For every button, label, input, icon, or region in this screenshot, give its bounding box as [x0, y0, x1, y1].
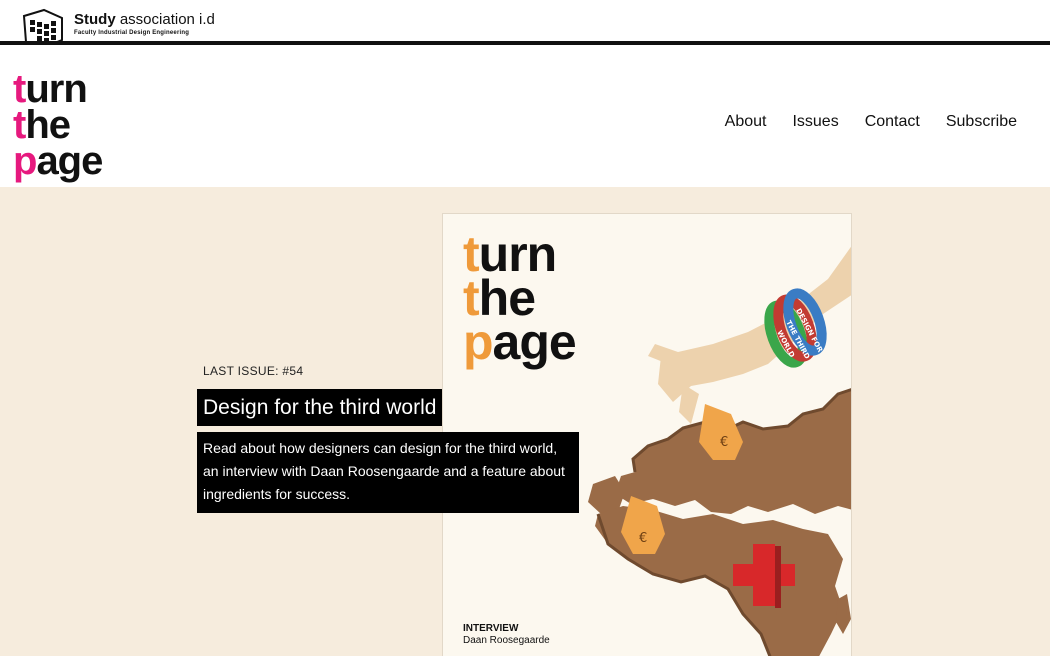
brand-line-1: turn: [13, 69, 102, 109]
nav-subscribe-link[interactable]: Subscribe: [946, 113, 1017, 131]
hero-section: € € DESIGN FOR THE THIRD WORLD turn the …: [0, 187, 1050, 656]
nav-about-link[interactable]: About: [725, 113, 767, 131]
last-issue-label: LAST ISSUE: #54: [203, 364, 304, 378]
association-bar: Study association i.d Faculty Industrial…: [0, 0, 1050, 50]
svg-text:€: €: [720, 435, 728, 450]
cover-title-line-3: page: [463, 317, 577, 367]
association-subtitle: Faculty Industrial Design Engineering: [74, 30, 190, 36]
svg-text:€: €: [639, 531, 647, 546]
issue-title[interactable]: Design for the third world: [197, 389, 443, 426]
cover-interviewee-name: Daan Roosegaarde: [463, 635, 550, 646]
brand-line-3: page: [13, 141, 103, 181]
brand-line-2: the: [13, 105, 102, 145]
cover-title: turn the page: [463, 229, 577, 367]
site-header: turn the page About Issues Contact Subsc…: [0, 45, 1050, 187]
association-name-rest: association i.d: [119, 11, 215, 28]
association-name-bold: Study: [74, 11, 116, 28]
issue-description: Read about how designers can design for …: [197, 432, 579, 513]
cover-kicker: INTERVIEW: [463, 623, 519, 634]
nav-contact-link[interactable]: Contact: [865, 113, 920, 131]
nav-issues-link[interactable]: Issues: [792, 113, 838, 131]
brand-line-3-rest: age: [36, 139, 103, 183]
cover-title-line-3-rest: age: [492, 314, 577, 370]
cover-title-line-3-accent: p: [463, 314, 494, 370]
association-name: Study association i.d: [74, 11, 215, 28]
brand-line-3-accent: p: [13, 139, 37, 183]
brand-logo[interactable]: turn the page: [13, 69, 103, 181]
main-nav: About Issues Contact Subscribe: [725, 113, 1017, 131]
